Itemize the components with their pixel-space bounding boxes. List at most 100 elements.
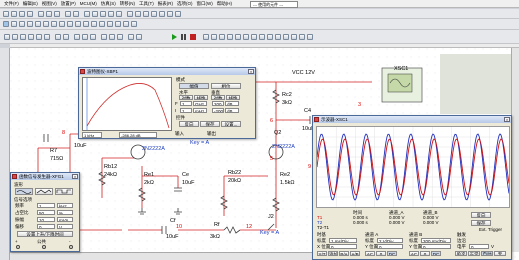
electromechanical-icon[interactable] — [107, 21, 113, 27]
instrument-logic-converter-icon[interactable] — [275, 34, 281, 40]
instrument-spectrum-icon[interactable] — [299, 34, 305, 40]
scope-cha-zero-button[interactable]: 0 — [376, 251, 386, 256]
bode-v-initial-input[interactable]: -200 — [212, 108, 224, 113]
fgen-minus-terminal[interactable] — [69, 245, 73, 249]
scope-reverse-button[interactable]: 反向 — [471, 212, 491, 218]
bode-title-bar[interactable]: 波特图仪-XBP1 × — [79, 68, 255, 75]
ttl-icon[interactable] — [43, 21, 49, 27]
scope-yt-button[interactable]: Y/T — [317, 251, 327, 256]
scope-ab-button[interactable]: A/B — [350, 251, 360, 256]
cmos-icon[interactable] — [51, 21, 57, 27]
run-icon[interactable] — [172, 34, 177, 40]
fgen-duty-unit[interactable]: % — [57, 210, 73, 215]
instrument-4ch-scope-icon[interactable] — [235, 34, 241, 40]
instrument-counter-icon[interactable] — [251, 34, 257, 40]
menu-tools[interactable]: 工具(T) — [137, 1, 156, 7]
close-icon[interactable]: × — [72, 174, 78, 179]
place-wire-icon[interactable] — [12, 34, 18, 40]
scope-chb-scale-input[interactable]: 200 mV/Div — [421, 238, 451, 243]
place-junction-icon[interactable] — [4, 34, 10, 40]
bode-v-initial-unit[interactable]: dB — [225, 108, 239, 113]
bode-v-final-input[interactable]: 200 — [212, 101, 224, 106]
fgen-amp-input[interactable]: 10 — [37, 217, 55, 222]
scope-normal-button[interactable]: 正常 — [468, 251, 480, 256]
oscilloscope-window[interactable]: 示波器-XSC1 × 时间 通道_A 通道_B T1 0.000 s 0.000… — [312, 115, 512, 260]
instrument-word-gen-icon[interactable] — [259, 34, 265, 40]
fgen-freq-unit[interactable]: kHz — [57, 203, 73, 208]
design-toolbox-icon[interactable] — [127, 11, 133, 17]
bode-h-final-unit[interactable]: GHz — [193, 101, 207, 106]
menu-file[interactable]: 文件(F) — [2, 1, 21, 7]
instrument-logic-analyzer-icon[interactable] — [267, 34, 273, 40]
menu-place[interactable]: 放置(P) — [59, 1, 78, 7]
layout-icon[interactable] — [136, 34, 142, 40]
menu-edit[interactable]: 编辑(E) — [21, 1, 40, 7]
bode-phase-button[interactable]: 相位 — [211, 83, 241, 89]
transistor-icon[interactable] — [27, 21, 33, 27]
full-screen-icon[interactable] — [116, 11, 122, 17]
bode-h-lin-button[interactable]: 线性 — [194, 95, 208, 100]
new-icon[interactable] — [3, 11, 9, 17]
capture-icon[interactable] — [167, 11, 173, 17]
component-wizard-icon[interactable] — [128, 34, 134, 40]
analysis-icon[interactable] — [82, 34, 88, 40]
rf-icon[interactable] — [99, 21, 105, 27]
vertical-scrollbar[interactable] — [511, 48, 519, 252]
bode-h-log-button[interactable]: 对数 — [179, 95, 193, 100]
indicator-icon[interactable] — [75, 21, 81, 27]
menu-simulate[interactable]: 仿真(S) — [99, 1, 118, 7]
scope-none-button[interactable]: 无 — [494, 251, 506, 256]
scope-add-button[interactable]: 添加 — [328, 251, 338, 256]
basic-icon[interactable] — [11, 21, 17, 27]
scope-auto-button[interactable]: 自动 — [481, 251, 493, 256]
instrument-distortion-icon[interactable] — [291, 34, 297, 40]
fgen-common-terminal[interactable] — [42, 245, 46, 249]
instrument-fgen-icon[interactable] — [211, 34, 217, 40]
scope-chb-ypos-input[interactable]: 0 — [421, 244, 451, 249]
menu-window[interactable]: 窗口(W) — [195, 1, 215, 7]
place-bus-icon[interactable] — [20, 34, 26, 40]
menu-options[interactable]: 选项(O) — [175, 1, 195, 7]
analog-icon[interactable] — [35, 21, 41, 27]
pause-icon[interactable] — [181, 34, 186, 40]
scope-level-input[interactable]: 0 — [469, 244, 489, 249]
postprocessor-icon[interactable] — [151, 11, 157, 17]
fgen-duty-input[interactable]: 50 — [37, 210, 55, 215]
instrument-network-icon[interactable] — [307, 34, 313, 40]
erc-icon[interactable] — [159, 11, 165, 17]
scope-chb-dc-button[interactable]: DC — [431, 251, 441, 256]
bode-h-final-input[interactable]: 1 — [180, 101, 192, 106]
instrument-iv-analyzer-icon[interactable] — [283, 34, 289, 40]
menu-transfer[interactable]: 转移(N) — [118, 1, 137, 7]
scope-chb-zero-button[interactable]: 0 — [420, 251, 430, 256]
scope-ba-button[interactable]: B/A — [339, 251, 349, 256]
netlist-icon[interactable] — [90, 34, 96, 40]
scope-single-button[interactable]: 单次 — [455, 251, 467, 256]
redo-icon[interactable] — [73, 11, 79, 17]
database-icon[interactable] — [143, 11, 149, 17]
fgen-title-bar[interactable]: 函数信号发生器-XFG1 × — [11, 173, 79, 180]
paste-icon[interactable] — [54, 11, 60, 17]
open-icon[interactable] — [11, 11, 17, 17]
scope-chb-ac-button[interactable]: AC — [409, 251, 419, 256]
zoom-in-icon[interactable] — [84, 11, 90, 17]
scope-timebase-input[interactable]: 1 ms/Div — [329, 238, 357, 243]
grapher-icon[interactable] — [74, 34, 80, 40]
place-text-icon[interactable] — [28, 34, 34, 40]
zoom-out-icon[interactable] — [92, 11, 98, 17]
square-wave-button[interactable] — [55, 188, 73, 195]
bode-reverse-button[interactable]: 反向 — [179, 121, 199, 127]
bode-h-initial-unit[interactable]: mHz — [193, 108, 207, 113]
bus-icon[interactable] — [131, 21, 137, 27]
scope-xpos-input[interactable]: 0 — [329, 244, 357, 249]
scope-cha-dc-button[interactable]: DC — [387, 251, 397, 256]
cut-icon[interactable] — [38, 11, 44, 17]
component-list-dropdown[interactable]: --- 使用的元件 --- — [250, 1, 298, 8]
zoom-area-icon[interactable] — [100, 11, 106, 17]
mixed-icon[interactable] — [67, 21, 73, 27]
fgen-offset-unit[interactable]: V — [57, 224, 73, 229]
fgen-plus-terminal[interactable] — [16, 245, 20, 249]
hierarchical-icon[interactable] — [123, 21, 129, 27]
menu-view[interactable]: 视图(V) — [40, 1, 59, 7]
spreadsheet-icon[interactable] — [135, 11, 141, 17]
